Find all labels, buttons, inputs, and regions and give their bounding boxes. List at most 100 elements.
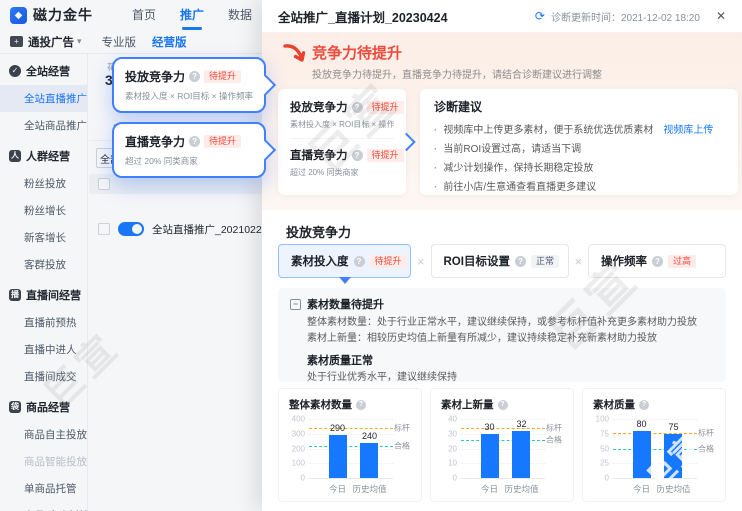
y-tick-label: 0 [452,473,457,483]
help-icon[interactable]: ? [497,399,508,410]
chart-plot: 0 25 50 75 100 标杆 合格 80 今日 75 历史均值 [596,415,714,495]
sidebar-item[interactable]: 新客增长 [0,224,87,251]
chart-plot: 0 100 200 300 400 标杆 合格 290 今日 240 历史均值 [292,415,410,495]
logo-text: 磁力金牛 [33,7,93,23]
nav-item-0[interactable]: 首页 [132,0,156,30]
sidebar-section-header[interactable]: 人人群经营 [0,141,87,170]
collapse-icon[interactable]: − [290,298,301,310]
hero-title: 竞争力待提升 [312,45,403,62]
factor-tab-2[interactable]: 操作频率? 过高 [588,244,726,278]
summary-box-subtitle: 素材质量正常 [307,355,373,367]
sidebar-item[interactable]: 全站商品推广 [0,112,87,139]
summary-row-desc: 素材投入度 × ROI目标 × 操作频率 [290,120,394,129]
help-icon[interactable]: ? [356,399,366,410]
bar-value-label: 30 [484,421,495,432]
status-badge: 正常 [530,254,559,268]
gridline [613,478,697,479]
status-badge: 待提升 [369,254,407,268]
sidebar-section-label: 直播间经营 [26,290,81,302]
bar-value-label: 290 [330,423,346,434]
divider [290,138,394,139]
y-tick-label: 30 [448,429,457,439]
sidebar-item[interactable]: 直播中进人 [0,336,87,363]
diagnosis-drawer: 全站推广_直播计划_20230424 ⟳ 诊断更新时间：2021-12-02 1… [262,0,742,511]
reference-line [461,439,545,441]
sidebar-item[interactable]: 全站直播推广 [0,85,87,112]
nav-item-2[interactable]: 数据 [228,0,252,30]
help-icon[interactable]: ? [189,71,201,82]
sidebar-section-icon: 人 [9,150,21,162]
reference-line [309,446,393,448]
row-checkbox[interactable] [98,223,110,235]
help-icon[interactable]: ? [639,399,649,410]
help-icon[interactable]: ? [189,136,201,147]
nav-item-1[interactable]: 推广 [180,0,204,30]
account-switcher[interactable]: 通投广告 [28,34,74,50]
logo-icon: ◆ [10,6,27,24]
chart-card-2: 素材质量? 0 25 50 75 100 标杆 合格 80 今日 75 历史均值 [582,388,726,502]
gridline [613,419,697,420]
logo[interactable]: ◆ 磁力金牛 [0,5,118,25]
version-tab-0[interactable]: 专业版 [102,34,137,50]
sidebar-item[interactable]: 商品自主投放 [0,421,87,448]
reference-line-label: 标杆 [546,423,562,433]
select-all-checkbox[interactable] [98,178,110,190]
gridline [309,433,393,435]
status-badge: 待提升 [366,148,404,162]
y-tick-label: 200 [291,444,305,453]
y-tick-label: 100 [291,458,305,468]
y-tick-label: 0 [604,473,609,483]
upload-link[interactable]: 视频库上传 [663,121,713,140]
sidebar-section-label: 商品经营 [26,402,70,414]
sidebar-section-label: 人群经营 [26,151,70,163]
summary-row-label: 直播竞争力 [290,150,348,162]
y-tick-label: 25 [600,458,609,468]
y-tick-label: 0 [300,473,305,483]
bar [360,442,379,478]
gridline [461,419,545,420]
bar-value-label: 75 [668,421,679,432]
reference-line-label: 标杆 [698,428,714,438]
reference-line-label: 合格 [698,444,714,453]
sidebar-item[interactable]: 粉丝投放 [0,170,87,197]
drawer-title: 全站推广_直播计划_20230424 [278,10,448,25]
competitiveness-summary-card: 投放竞争力?待提升素材投入度 × ROI目标 × 操作频率直播竞争力?待提升超过… [278,89,416,195]
reference-line-label: 合格 [394,441,410,451]
sidebar-item[interactable]: 粉丝增长 [0,197,87,224]
app-root: ◆ 磁力金牛 首页推广数据工具 + 通投广告 ▾ 专业版经营版 ✓全站经营全站直… [0,0,742,511]
version-tab-1[interactable]: 经营版 [152,34,187,50]
bullet-icon: · [434,182,438,193]
factor-tab-1[interactable]: ROI目标设置? 正常 [430,244,569,278]
chevron-down-icon: ▾ [77,36,82,46]
sidebar-section-header[interactable]: 播直播间经营 [0,280,87,309]
sidebar-item[interactable]: 直播前预热 [0,309,87,336]
drawer-header: 全站推广_直播计划_20230424 ⟳ 诊断更新时间：2021-12-02 1… [262,0,742,33]
bullet-icon: · [434,125,438,136]
sidebar-section-header[interactable]: 袋商品经营 [0,392,87,421]
refresh-icon[interactable]: ⟳ [535,9,545,23]
campaign-toggle[interactable] [118,222,144,236]
reference-line-label: 标杆 [394,423,410,433]
hero-banner: 竞争力待提升 投放竞争力待提升，直播竞争力待提升，请结合诊断建议进行调整 投放竞… [262,33,742,210]
sidebar-item[interactable]: 多品/全店托管 [0,502,87,511]
help-icon[interactable]: ? [351,149,363,161]
callout-desc: 超过 20% 同类商家 [125,156,198,166]
help-icon[interactable]: ? [351,101,363,113]
help-icon[interactable]: ? [652,255,663,267]
help-icon[interactable]: ? [353,255,365,267]
sidebar-item[interactable]: 单商品托管 [0,475,87,502]
help-icon[interactable]: ? [514,255,526,267]
diagnosis-text: 当前ROI设置过高，请适当下调 [443,144,582,155]
factor-tab-0[interactable]: 素材投入度? 待提升 [278,244,411,278]
close-icon[interactable]: ✕ [716,9,726,23]
callout-desc: 素材投入度 × ROI目标 × 操作频率 [125,91,253,101]
gridline [309,448,393,450]
sidebar-item-label: 商品智能投放 [24,456,87,468]
bar-value-label: 240 [361,430,377,441]
sidebar-item[interactable]: 直播间成交 [0,363,87,390]
sidebar-item[interactable]: 客群投放 [0,251,87,278]
sidebar-item[interactable]: 商品智能投放▾ [0,448,87,475]
sidebar-section-icon: ✓ [9,65,21,77]
reference-line-label: 合格 [546,435,562,445]
sidebar-section-header[interactable]: ✓ 全站经营 [0,56,87,85]
